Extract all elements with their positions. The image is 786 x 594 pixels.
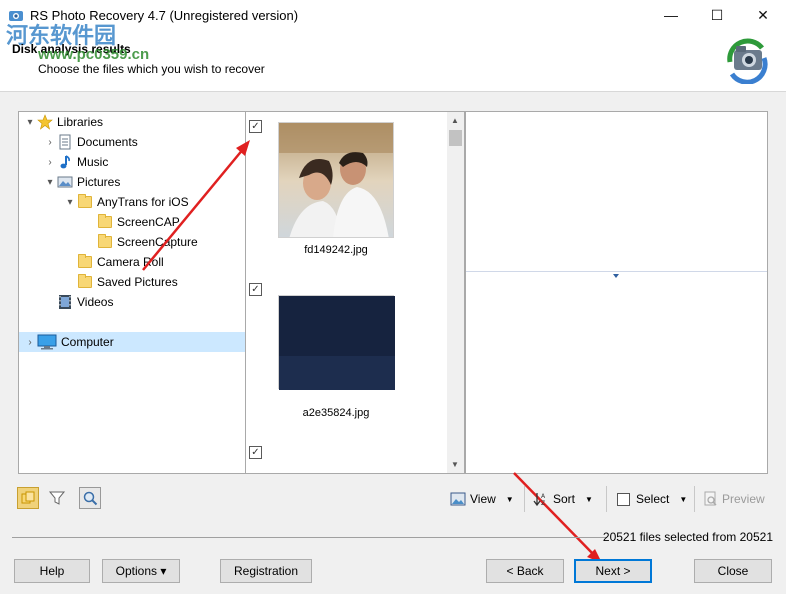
scrollbar-thumb[interactable] — [449, 130, 462, 146]
preview-icon — [704, 491, 718, 507]
folder-tree[interactable]: ▾ Libraries › Documents › Music ▾ Pictur… — [18, 111, 246, 474]
minimize-button[interactable]: — — [648, 0, 694, 30]
tree-item-label: Pictures — [77, 175, 121, 189]
photo-thumbnail[interactable] — [278, 122, 394, 238]
chevron-down-icon[interactable]: ▾ — [63, 197, 77, 208]
registration-button[interactable]: Registration — [220, 559, 312, 583]
tree-item-videos[interactable]: Videos — [43, 292, 113, 312]
tree-item-anytrans[interactable]: ▾ AnyTrans for iOS — [63, 192, 189, 212]
search-button[interactable] — [79, 487, 101, 509]
svg-text:Z: Z — [541, 500, 545, 507]
view-icon — [450, 492, 466, 506]
filter-icon[interactable] — [48, 489, 66, 507]
chevron-right-icon[interactable]: › — [43, 137, 57, 148]
page-subtitle: Choose the files which you wish to recov… — [38, 62, 265, 76]
pictures-icon — [57, 174, 73, 190]
preview-splitter[interactable] — [466, 271, 767, 272]
watermark-url: www.pc0359.cn — [38, 46, 150, 63]
scroll-down-icon[interactable]: ▼ — [451, 460, 459, 469]
splitter-arrow-icon[interactable] — [613, 274, 619, 278]
dropdown-arrow-icon[interactable]: ▼ — [506, 495, 514, 504]
dropdown-arrow-icon[interactable]: ▼ — [585, 495, 593, 504]
folder-icon — [77, 194, 93, 210]
tree-item-computer[interactable]: › Computer — [19, 332, 245, 352]
chevron-right-icon[interactable]: › — [43, 157, 57, 168]
dropdown-arrow-icon[interactable]: ▼ — [679, 495, 687, 504]
preview-button[interactable]: Preview — [704, 488, 765, 510]
next-button[interactable]: Next > — [574, 559, 652, 583]
select-button[interactable]: Select ▼ — [617, 488, 687, 510]
tree-item-screencap[interactable]: ScreenCAP — [83, 212, 180, 232]
selection-status: 20521 files selected from 20521 — [602, 530, 773, 544]
tree-item-documents[interactable]: › Documents — [43, 132, 138, 152]
tree-item-saved-pictures[interactable]: Saved Pictures — [63, 272, 178, 292]
tree-item-label: Saved Pictures — [97, 275, 178, 289]
tree-item-label: Camera Roll — [97, 255, 164, 269]
sort-button[interactable]: AZ Sort ▼ — [533, 488, 593, 510]
scroll-up-icon[interactable]: ▲ — [451, 116, 459, 125]
tree-item-label: Videos — [77, 295, 114, 309]
tree-item-label: Music — [77, 155, 109, 169]
tree-item-pictures[interactable]: ▾ Pictures — [43, 172, 120, 192]
tree-item-label: AnyTrans for iOS — [97, 195, 189, 209]
tree-item-libraries[interactable]: ▾ Libraries — [23, 112, 245, 132]
options-button[interactable]: Options ▾ — [102, 559, 180, 583]
folder-icon — [77, 274, 93, 290]
tree-item-label: ScreenCAP — [117, 215, 180, 229]
photo-thumbnail[interactable] — [278, 295, 395, 390]
videos-icon — [57, 294, 73, 310]
chevron-down-icon[interactable]: ▾ — [23, 117, 37, 128]
music-icon — [57, 154, 73, 170]
folder-icon — [77, 254, 93, 270]
back-button[interactable]: < Back — [486, 559, 564, 583]
tree-item-screencapture[interactable]: ScreenCapture — [83, 232, 198, 252]
file-name: a2e35824.jpg — [302, 407, 370, 419]
preview-pane — [465, 111, 768, 474]
divider-line — [12, 537, 607, 538]
tree-item-camera-roll[interactable]: Camera Roll — [63, 252, 164, 272]
documents-icon — [57, 134, 73, 150]
file-checkbox[interactable]: ✓ — [249, 446, 262, 459]
tree-item-label: ScreenCapture — [117, 235, 198, 249]
chevron-down-icon[interactable]: ▾ — [43, 177, 57, 188]
toolbar-divider — [606, 486, 607, 512]
star-icon — [37, 114, 53, 130]
folder-icon — [97, 234, 113, 250]
thumbnails-scrollbar[interactable]: ▲ ▼ — [447, 112, 464, 473]
search-icon — [83, 491, 98, 506]
view-button[interactable]: View ▼ — [450, 488, 514, 510]
svg-text:A: A — [541, 493, 546, 500]
toolbar-divider — [524, 486, 525, 512]
maximize-button[interactable]: ☐ — [694, 0, 740, 30]
toolbar-divider — [694, 486, 695, 512]
thumbnails-view-button[interactable] — [17, 487, 39, 509]
file-name: fd149242.jpg — [304, 244, 368, 256]
tree-item-label: Computer — [61, 335, 114, 349]
file-checkbox[interactable]: ✓ — [249, 120, 262, 133]
camera-logo-icon — [722, 34, 772, 84]
chevron-right-icon[interactable]: › — [23, 337, 37, 348]
close-button[interactable]: Close — [694, 559, 772, 583]
sort-icon: AZ — [533, 491, 549, 507]
computer-icon — [37, 334, 57, 350]
folder-icon — [97, 214, 113, 230]
close-window-button[interactable]: ✕ — [740, 0, 786, 30]
help-button[interactable]: Help — [14, 559, 90, 583]
tree-item-label: Libraries — [57, 115, 104, 129]
file-checkbox[interactable]: ✓ — [249, 283, 262, 296]
tree-item-label: Documents — [77, 135, 138, 149]
tree-item-music[interactable]: › Music — [43, 152, 108, 172]
checkbox-icon — [617, 492, 630, 506]
